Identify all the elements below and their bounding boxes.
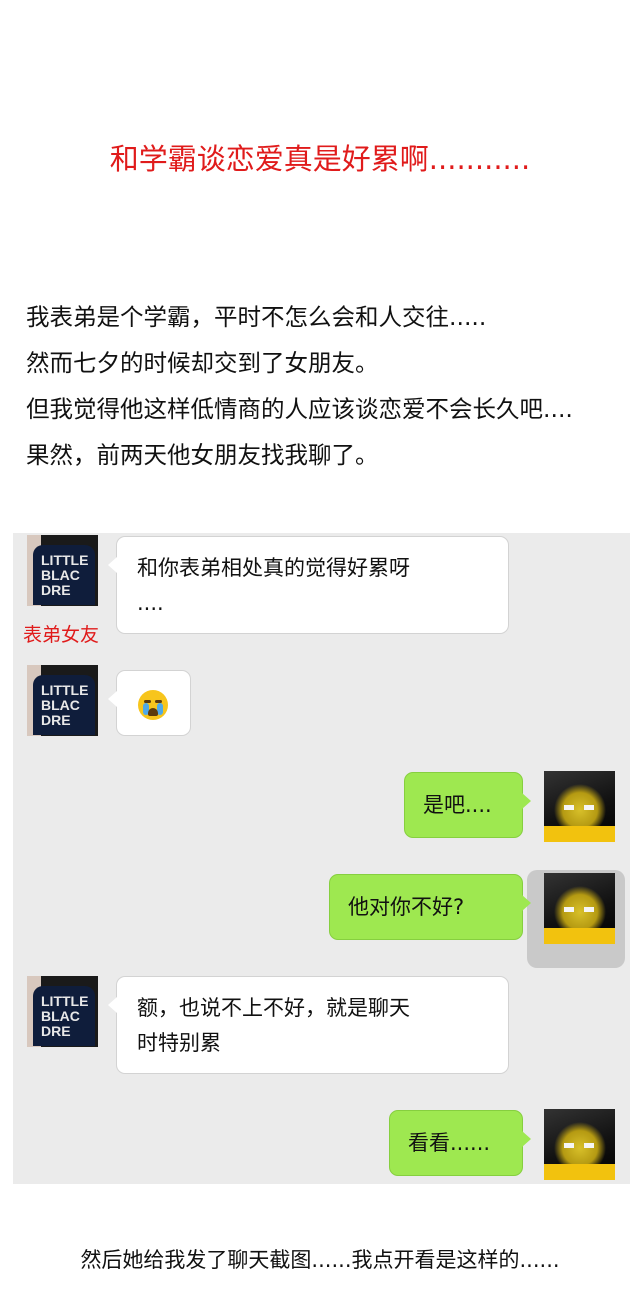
- avatar-eye-shape: [564, 805, 574, 810]
- avatar-eye-shape: [564, 907, 574, 912]
- message-bubble-me[interactable]: 他对你不好?: [329, 874, 531, 940]
- avatar-strip: [544, 1164, 615, 1180]
- girlfriend-nickname: 表弟女友: [23, 624, 100, 646]
- message-line: 额，也说不上不好，就是聊天: [137, 996, 410, 1020]
- message-bubble-her[interactable]: 和你表弟相处真的觉得好累呀 ....: [108, 536, 509, 634]
- message-bubble-her[interactable]: [108, 670, 191, 736]
- message-bubble-me[interactable]: 看看......: [389, 1110, 531, 1176]
- message-line: 和你表弟相处真的觉得好累呀: [137, 556, 410, 580]
- chat-screenshot: LITTLE BLAC DRE 表弟女友 和你表弟相处真的觉得好累呀 .... …: [13, 533, 630, 1184]
- intro-line: 但我觉得他这样低情商的人应该谈恋爱不会长久吧....: [26, 395, 573, 423]
- my-avatar[interactable]: [544, 873, 615, 944]
- message-line: 时特别累: [137, 1031, 221, 1055]
- girlfriend-avatar[interactable]: LITTLE BLAC DRE: [27, 665, 98, 736]
- intro-line: 我表弟是个学霸，平时不怎么会和人交往.....: [26, 303, 487, 331]
- article-title: 和学霸谈恋爱真是好累啊...........: [109, 142, 531, 176]
- intro-paragraph: 我表弟是个学霸，平时不怎么会和人交往..... 然而七夕的时候却交到了女朋友。 …: [26, 294, 573, 478]
- my-avatar[interactable]: [544, 771, 615, 842]
- girlfriend-avatar[interactable]: LITTLE BLAC DRE: [27, 976, 98, 1047]
- my-avatar[interactable]: [544, 1109, 615, 1180]
- intro-line: 然而七夕的时候却交到了女朋友。: [26, 349, 379, 377]
- avatar-strip: [544, 928, 615, 944]
- avatar-eye-shape: [584, 805, 594, 810]
- message-line: ....: [137, 591, 164, 615]
- crying-face-icon: [138, 690, 168, 720]
- message-bubble-her[interactable]: 额，也说不上不好，就是聊天 时特别累: [108, 976, 509, 1074]
- closing-text: 然后她给我发了聊天截图......我点开看是这样的......: [80, 1248, 560, 1272]
- avatar-shirt-text: LITTLE BLAC DRE: [33, 986, 95, 1046]
- avatar-strip: [544, 826, 615, 842]
- girlfriend-avatar[interactable]: LITTLE BLAC DRE: [27, 535, 98, 606]
- avatar-eye-shape: [584, 907, 594, 912]
- avatar-shirt-text: LITTLE BLAC DRE: [33, 545, 95, 605]
- avatar-shirt-text: LITTLE BLAC DRE: [33, 675, 95, 735]
- message-bubble-me[interactable]: 是吧....: [404, 772, 531, 838]
- avatar-eye-shape: [564, 1143, 574, 1148]
- avatar-eye-shape: [584, 1143, 594, 1148]
- intro-line: 果然，前两天他女朋友找我聊了。: [26, 441, 379, 469]
